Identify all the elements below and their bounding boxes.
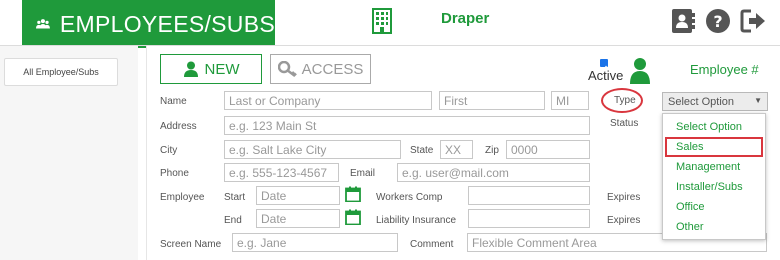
last-name-input[interactable]: Last or Company [224,91,432,110]
building-icon[interactable] [372,8,392,39]
state-input[interactable]: XX [440,140,473,159]
liability-insurance-input[interactable] [468,209,590,228]
screen-name-input[interactable]: e.g. Jane [232,233,398,252]
comment-label: Comment [410,239,454,250]
end-calendar-icon[interactable] [345,209,361,230]
start-date-input[interactable]: Date [256,186,340,205]
employee-label: Employee [160,192,205,203]
email-label: Email [350,168,376,179]
first-name-input[interactable]: First [439,91,545,110]
brand-title: EMPLOYEES/SUBS [59,10,275,37]
type-dropdown-menu: Select Option Sales Management Installer… [662,113,766,240]
new-button[interactable]: NEW [160,54,262,84]
zip-input[interactable]: 0000 [506,140,590,159]
liability-insurance-label: Liability Insurance [376,215,457,226]
key-icon [277,61,297,77]
location-name[interactable]: Draper [441,10,489,27]
city-input[interactable]: e.g. Salt Lake City [224,140,401,159]
type-select-value: Select Option [668,95,735,108]
annotation-highlight-box [665,137,763,157]
workers-comp-label: Workers Comp [376,192,443,203]
access-button[interactable]: ACCESS [270,54,371,84]
email-input[interactable]: e.g. user@mail.com [397,163,590,182]
employee-person-icon [630,58,650,89]
type-option-office[interactable]: Office [676,201,705,213]
workers-comp-input[interactable] [468,186,590,205]
start-label: Start [224,192,246,203]
liability-expires-label: Expires [607,215,641,226]
type-option-other[interactable]: Other [676,221,704,233]
end-label: End [224,215,242,226]
address-input[interactable]: e.g. 123 Main St [224,116,590,135]
help-icon[interactable]: ? [705,8,731,34]
screen-name-label: Screen Name [160,239,222,250]
contact-card-icon[interactable] [670,8,696,34]
active-checkbox[interactable] [600,59,608,71]
start-calendar-icon[interactable] [345,186,361,207]
active-label: Active [588,68,624,83]
people-group-icon [36,19,50,29]
chevron-down-icon: ▼ [754,96,762,105]
name-label: Name [160,96,187,107]
workers-comp-expires-label: Expires [607,192,641,203]
city-label: City [160,145,178,156]
end-date-input[interactable]: Date [256,209,340,228]
type-option-management[interactable]: Management [676,161,740,173]
person-icon [183,61,198,77]
employee-number-label: Employee # [690,62,759,77]
sidebar-item-all-employee-subs[interactable]: All Employee/Subs [4,58,118,86]
zip-label: Zip [485,145,499,156]
new-button-label: NEW [204,60,240,78]
annotation-circle [601,88,643,113]
address-label: Address [160,121,197,132]
app-brand: EMPLOYEES/SUBS [22,0,275,48]
phone-input[interactable]: e.g. 555-123-4567 [224,163,339,182]
access-button-label: ACCESS [301,60,364,78]
type-option-installer-subs[interactable]: Installer/Subs [676,181,743,193]
phone-label: Phone [160,168,189,179]
status-label: Status [610,118,639,129]
type-option-select-option[interactable]: Select Option [676,121,742,133]
logout-icon[interactable] [740,8,766,34]
type-select[interactable]: Select Option ▼ [662,92,768,111]
middle-initial-input[interactable]: MI [551,91,589,110]
state-label: State [410,145,434,156]
svg-text:?: ? [713,12,722,31]
